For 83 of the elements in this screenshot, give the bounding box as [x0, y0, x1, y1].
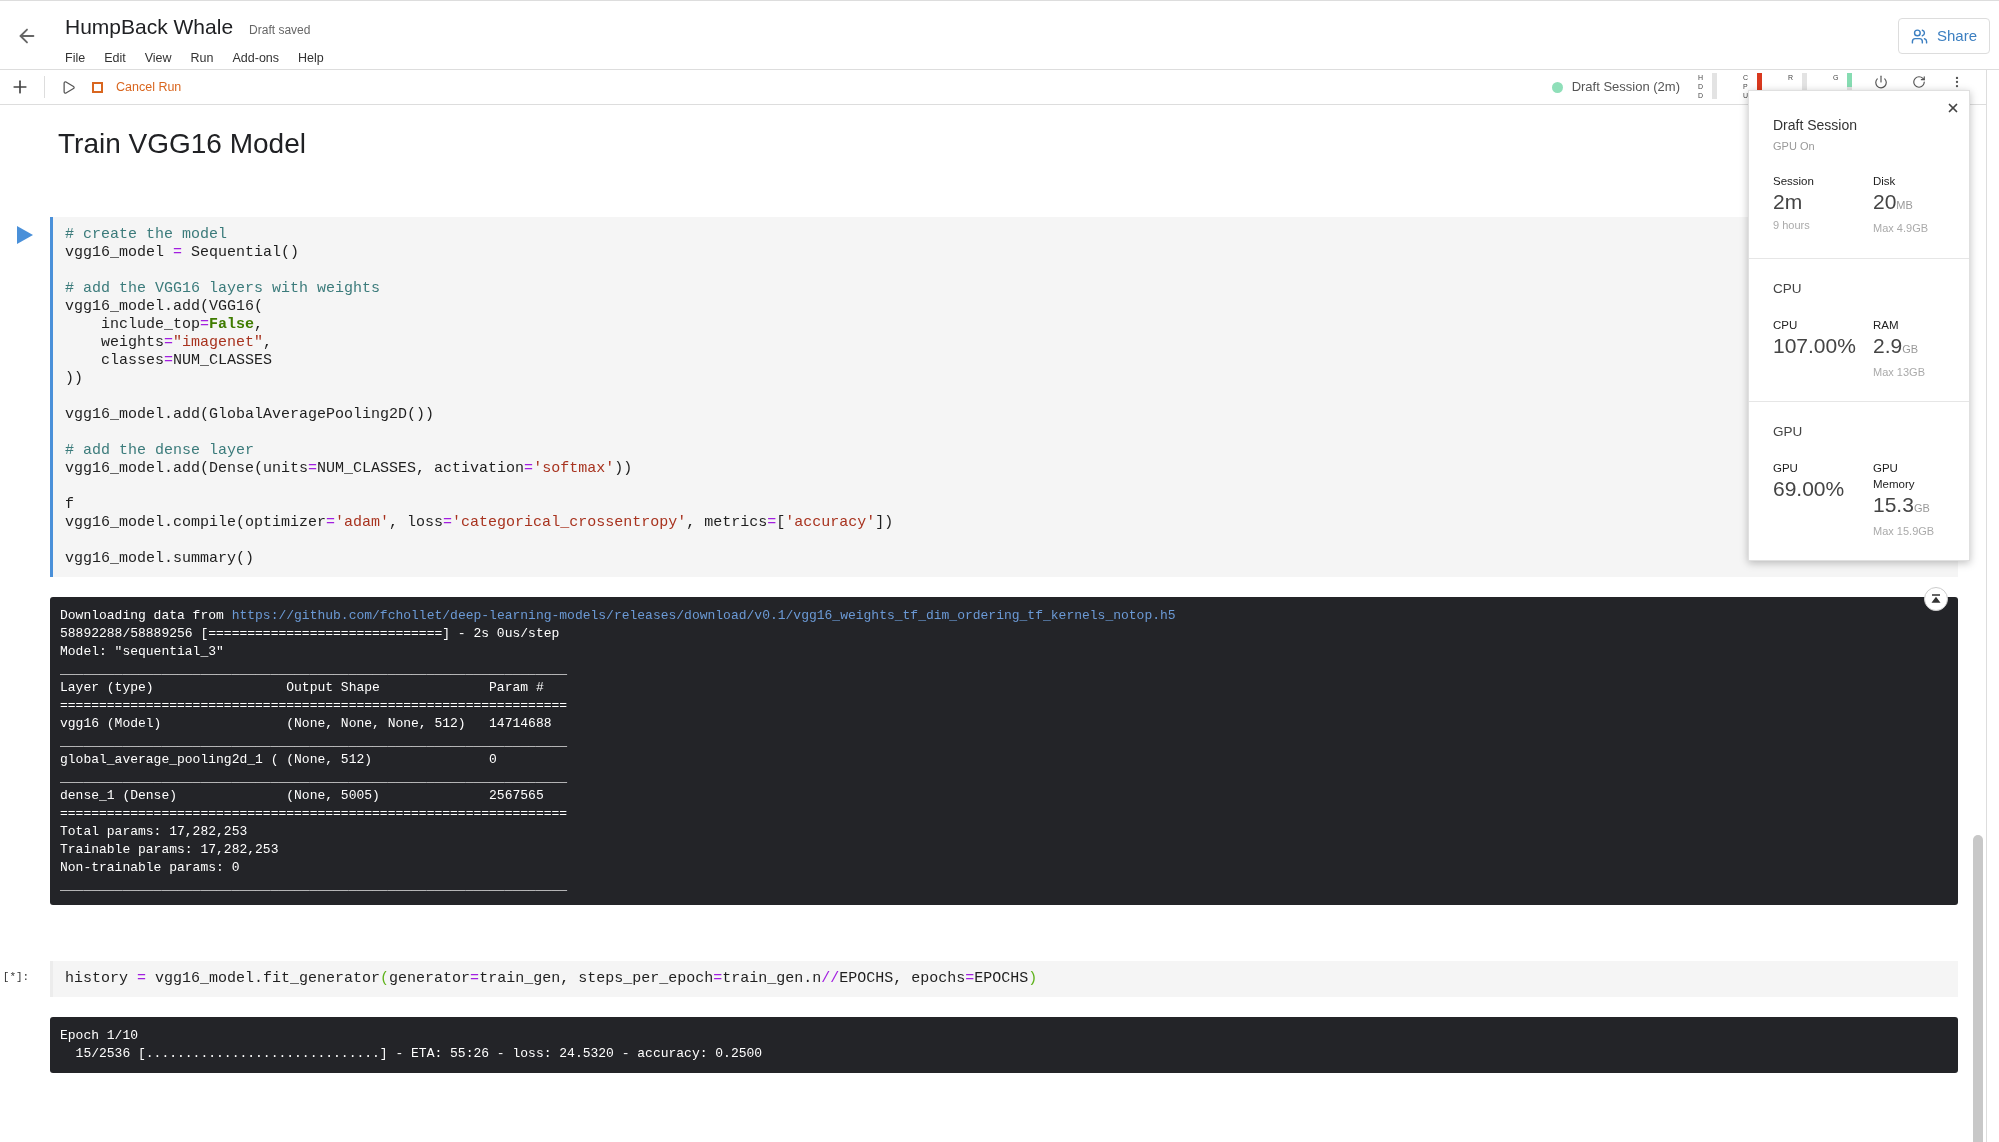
menu-item[interactable]: File	[65, 48, 86, 68]
code-line: vgg16_model.compile(optimizer='adam', loss='categorical_crossentropy', metrics=['accuracy'])	[65, 514, 894, 532]
stat-value: 69.00%	[1773, 476, 1845, 502]
popup-subtitle: GPU On	[1773, 139, 1815, 154]
session-status: Draft Session (2m)	[1571, 78, 1680, 97]
code-line: include_top=False,	[100, 316, 264, 334]
stat-value: 2.9GB	[1873, 333, 1919, 360]
stat-value: 2m	[1773, 188, 1803, 215]
stat-value: 107.00%	[1773, 333, 1856, 360]
menu-item[interactable]: Add-ons	[232, 48, 280, 68]
code-line: history = vgg16_model.fit_generator(generator=train_gen, steps_per_epoch=train_gen.n//EPOCHS, epochs=EPOCHS)	[65, 970, 1038, 988]
play-icon	[61, 79, 76, 95]
collapse-icon	[1931, 594, 1941, 604]
stat-note: Max 4.9GB	[1873, 220, 1929, 236]
run-button[interactable]	[61, 79, 76, 95]
output-line: _________________________________________________________________	[60, 769, 568, 787]
output-line: global_average_pooling2d_1 ( (None, 512) 0	[60, 751, 498, 769]
stat-note: Max 13GB	[1873, 365, 1925, 381]
stop-icon	[92, 81, 103, 93]
code-line: # add the VGG16 layers with weights	[65, 280, 381, 298]
stat-label: Disk	[1873, 173, 1897, 189]
output-line: Downloading data from https://github.com/fchollet/deep-learning-models/releases/download/v0.1/vgg16_weights_tf_dim_ordering_tf_kernels_notop.h5	[60, 607, 1176, 625]
code-line: classes=NUM_CLASSES	[100, 352, 273, 370]
code-line: vgg16_model.add(Dense(units=NUM_CLASSES, activation='softmax'))	[65, 460, 633, 478]
output-line: _________________________________________________________________	[60, 733, 568, 751]
menu-item[interactable]: Run	[190, 48, 214, 68]
code-line: weights="imagenet",	[100, 334, 273, 352]
stat-label: GPU Memory	[1873, 461, 1916, 492]
code-line: vgg16_model.summary()	[65, 550, 255, 568]
run-cell-button[interactable]	[16, 225, 34, 245]
close-button[interactable]	[1946, 101, 1960, 115]
output-line: Total params: 17,282,253	[60, 823, 248, 841]
output-line: _________________________________________________________________	[60, 877, 568, 895]
output-line: Non-trainable params: 0	[60, 859, 240, 877]
output-line: =================================================================	[60, 805, 568, 823]
stat-value: 20MB	[1873, 188, 1913, 215]
output-line: Layer (type) Output Shape Param #	[60, 679, 545, 697]
output-line: =================================================================	[60, 697, 568, 715]
code-line: vgg16_model.add(VGG16(	[65, 298, 264, 316]
output-line: 58892288/58889256 [==============================] - 2s 0us/step	[60, 625, 560, 643]
section-title: CPU	[1773, 280, 1802, 298]
play-icon	[16, 225, 34, 245]
collapse-output-button[interactable]	[1924, 587, 1948, 611]
stat-note: Max 15.9GB	[1873, 524, 1935, 539]
download-link[interactable]: https://github.com/fchollet/deep-learning-models/releases/download/v0.1/vgg16_weights_tf_dim_ordering_tf_kernels_notop.h5	[231, 608, 1176, 623]
stat-label: GPU	[1773, 461, 1799, 476]
output-line: Epoch 1/10	[60, 1027, 138, 1045]
output-line: dense_1 (Dense) (None, 5005) 2567565	[60, 787, 545, 805]
stat-value: 15.3GB	[1873, 492, 1930, 518]
output-line: 15/2536 [..............................] - ETA: 55:26 - loss: 24.5320 - accuracy: 0.2500	[74, 1045, 763, 1063]
code-line: ))	[65, 370, 83, 388]
output-line: _________________________________________________________________	[60, 661, 568, 679]
save-status: Draft saved	[249, 22, 311, 39]
output-line: vgg16 (Model) (None, None, None, 512) 14714688	[60, 715, 553, 733]
power-icon	[1874, 75, 1888, 89]
close-icon	[1946, 101, 1960, 115]
stat-label: CPU	[1773, 318, 1799, 334]
menu-item[interactable]: View	[144, 48, 172, 68]
code-line: # create the model	[65, 226, 228, 244]
restart-icon	[1912, 75, 1926, 89]
code-line: vgg16_model = Sequential()	[65, 244, 300, 262]
output-line: Trainable params: 17,282,253	[60, 841, 279, 859]
code-line: # add the dense layer	[65, 442, 255, 460]
cell-prompt: [*]:	[2, 970, 30, 985]
restart-button[interactable]	[1912, 75, 1926, 89]
menu-item[interactable]: Edit	[104, 48, 126, 68]
stat-note: 9 hours	[1773, 217, 1810, 233]
stat-label: RAM	[1873, 318, 1900, 334]
meter-track	[1712, 73, 1717, 99]
notebook-title: HumpBack Whale	[65, 14, 234, 40]
menu-item[interactable]: Help	[298, 48, 324, 68]
people-icon	[1910, 27, 1928, 45]
code-line: f	[65, 496, 74, 514]
stat-label: Session	[1773, 173, 1815, 189]
share-button[interactable]: Share	[1897, 18, 1990, 54]
cancel-run-button[interactable]: Cancel Run	[92, 77, 182, 97]
code-line: vgg16_model.add(GlobalAveragePooling2D())	[65, 406, 435, 424]
section-heading: Train VGG16 Model	[58, 127, 306, 161]
popup-title: Draft Session	[1773, 116, 1858, 135]
code-cell[interactable]: history = vgg16_model.fit_generator(generator=train_gen, steps_per_epoch=train_gen.n//EPOCHS, epochs=EPOCHS)	[50, 961, 1958, 997]
power-button[interactable]	[1874, 75, 1888, 89]
section-title: GPU	[1773, 422, 1803, 441]
output-line: Model: "sequential_3"	[60, 643, 224, 661]
